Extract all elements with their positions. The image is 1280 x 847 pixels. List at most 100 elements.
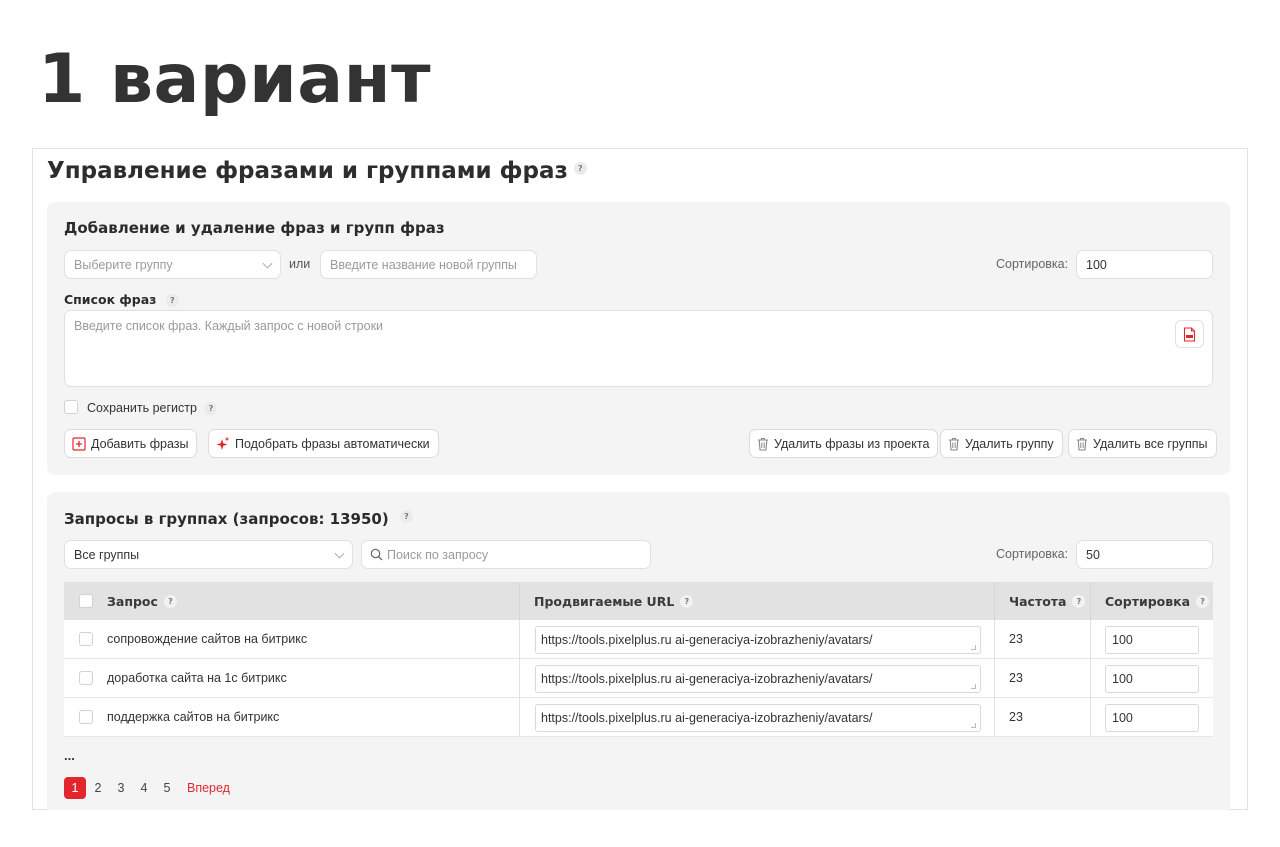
column-divider xyxy=(1090,698,1091,737)
new-group-placeholder: Введите название новой группы xyxy=(330,257,517,272)
column-divider xyxy=(994,620,995,659)
column-sort[interactable]: Сортировка? xyxy=(1105,582,1210,620)
table-header: Запрос? Продвигаемые URL? Частота? Сорти… xyxy=(64,582,1213,620)
column-divider xyxy=(519,698,520,737)
row-url-input[interactable]: https://tools.pixelplus.ru ai-generaciya… xyxy=(535,626,981,654)
page-3[interactable]: 3 xyxy=(114,777,128,799)
resize-handle-icon[interactable] xyxy=(971,645,976,650)
row-url-value: https://tools.pixelplus.ru ai-generaciya… xyxy=(541,633,873,647)
trash-icon xyxy=(948,437,960,451)
help-icon[interactable]: ? xyxy=(1072,594,1086,608)
txt-file-icon xyxy=(1183,326,1196,342)
row-sort-value: 100 xyxy=(1112,711,1133,725)
help-icon[interactable]: ? xyxy=(573,162,587,175)
page-4[interactable]: 4 xyxy=(137,777,151,799)
delete-phrases-label: Удалить фразы из проекта xyxy=(774,436,930,451)
add-phrases-button[interactable]: Добавить фразы xyxy=(64,429,198,458)
column-url[interactable]: Продвигаемые URL? xyxy=(534,582,694,620)
column-url-label: Продвигаемые URL xyxy=(534,593,675,609)
chevron-down-icon xyxy=(262,258,273,269)
next-page-link[interactable]: Вперед xyxy=(187,777,230,799)
add-phrases-label: Добавить фразы xyxy=(91,436,189,451)
sort-value: 50 xyxy=(1086,547,1100,562)
group-select[interactable]: Выберите группу xyxy=(64,250,281,279)
variant-title: 1 вариант xyxy=(38,40,432,119)
row-frequency: 23 xyxy=(1009,710,1023,724)
help-icon[interactable]: ? xyxy=(680,594,694,608)
help-icon[interactable]: ? xyxy=(163,594,177,608)
row-sort-value: 100 xyxy=(1112,633,1133,647)
help-icon[interactable]: ? xyxy=(204,402,218,416)
row-url-value: https://tools.pixelplus.ru ai-generaciya… xyxy=(541,672,873,686)
column-divider xyxy=(519,620,520,659)
auto-select-button[interactable]: Подобрать фразы автоматически xyxy=(208,429,439,458)
search-placeholder: Поиск по запросу xyxy=(387,547,489,562)
sort-input[interactable]: 100 xyxy=(1076,250,1213,279)
delete-all-groups-label: Удалить все группы xyxy=(1093,436,1208,451)
keep-case-label: Сохранить регистр ? xyxy=(87,401,218,416)
column-divider xyxy=(994,582,995,620)
sort-label: Сортировка: xyxy=(996,257,1069,271)
select-all-checkbox[interactable] xyxy=(79,594,93,608)
row-sort-input[interactable]: 100 xyxy=(1105,665,1199,693)
delete-phrases-button[interactable]: Удалить фразы из проекта xyxy=(749,429,939,458)
row-url-input[interactable]: https://tools.pixelplus.ru ai-generaciya… xyxy=(535,704,981,732)
column-divider xyxy=(994,698,995,737)
query-search-input[interactable]: Поиск по запросу xyxy=(361,540,651,569)
row-sort-input[interactable]: 100 xyxy=(1105,704,1199,732)
column-divider xyxy=(994,659,995,698)
column-frequency-label: Частота xyxy=(1009,593,1067,609)
sort-label: Сортировка: xyxy=(996,547,1069,561)
column-divider xyxy=(1090,620,1091,659)
page-title: Управление фразами и группами фраз? xyxy=(47,156,587,186)
help-icon[interactable]: ? xyxy=(165,294,179,307)
queries-title-text: Запросы в группах (запросов: 13950) xyxy=(64,510,389,528)
column-divider xyxy=(519,582,520,620)
delete-all-groups-button[interactable]: Удалить все группы xyxy=(1068,429,1217,458)
resize-handle-icon[interactable] xyxy=(971,684,976,689)
column-frequency[interactable]: Частота? xyxy=(1009,582,1086,620)
column-divider xyxy=(1090,659,1091,698)
help-icon[interactable]: ? xyxy=(399,510,413,523)
phrases-label: Список фраз ? xyxy=(64,292,179,307)
delete-group-button[interactable]: Удалить группу xyxy=(940,429,1063,458)
row-checkbox[interactable] xyxy=(79,632,93,646)
row-checkbox[interactable] xyxy=(79,710,93,724)
new-group-input[interactable]: Введите название новой группы xyxy=(320,250,537,279)
help-icon[interactable]: ? xyxy=(1196,594,1210,608)
more-ellipsis: ... xyxy=(64,748,75,763)
page-title-text: Управление фразами и группами фраз xyxy=(47,158,568,184)
row-sort-value: 100 xyxy=(1112,672,1133,686)
column-divider xyxy=(1090,582,1091,620)
sort-input[interactable]: 50 xyxy=(1076,540,1213,569)
keep-case-checkbox[interactable] xyxy=(64,400,78,414)
sort-value: 100 xyxy=(1086,257,1107,272)
add-remove-title: Добавление и удаление фраз и групп фраз xyxy=(64,219,445,237)
sparkle-icon xyxy=(216,436,230,451)
table-row: сопровождение сайтов на битрикс https://… xyxy=(64,620,1213,659)
group-filter-select[interactable]: Все группы xyxy=(64,540,353,569)
column-query[interactable]: Запрос? xyxy=(107,582,177,620)
trash-icon xyxy=(757,437,769,451)
row-checkbox[interactable] xyxy=(79,671,93,685)
row-query: сопровождение сайтов на битрикс xyxy=(107,632,308,646)
page-1[interactable]: 1 xyxy=(64,777,86,799)
row-sort-input[interactable]: 100 xyxy=(1105,626,1199,654)
row-query: доработка сайта на 1с битрикс xyxy=(107,671,287,685)
auto-select-label: Подобрать фразы автоматически xyxy=(235,436,430,451)
phrases-textarea[interactable]: Введите список фраз. Каждый запрос с нов… xyxy=(64,310,1213,387)
column-query-label: Запрос xyxy=(107,593,158,609)
phrases-placeholder: Введите список фраз. Каждый запрос с нов… xyxy=(74,319,384,333)
resize-handle-icon[interactable] xyxy=(971,723,976,728)
row-frequency: 23 xyxy=(1009,632,1023,646)
page-5[interactable]: 5 xyxy=(160,777,174,799)
txt-upload-button[interactable] xyxy=(1175,320,1204,348)
row-url-value: https://tools.pixelplus.ru ai-generaciya… xyxy=(541,711,873,725)
row-frequency: 23 xyxy=(1009,671,1023,685)
queries-title: Запросы в группах (запросов: 13950) ? xyxy=(64,510,413,528)
column-divider xyxy=(519,659,520,698)
or-label: или xyxy=(289,257,311,271)
page-2[interactable]: 2 xyxy=(91,777,105,799)
phrases-label-text: Список фраз xyxy=(64,292,157,307)
row-url-input[interactable]: https://tools.pixelplus.ru ai-generaciya… xyxy=(535,665,981,693)
